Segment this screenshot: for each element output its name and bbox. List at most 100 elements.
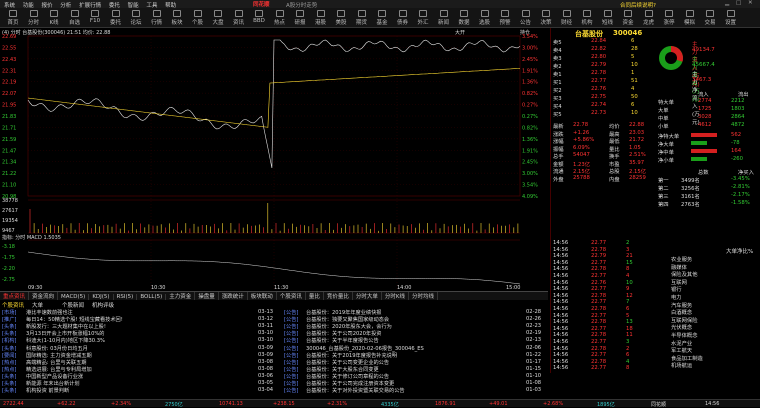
toolbar-button[interactable]: 自选 — [66, 10, 84, 26]
tab-item[interactable]: 资金流向 — [29, 292, 59, 300]
sector-name[interactable]: 军工航天 — [671, 346, 692, 354]
toolbar-button[interactable]: 设置 — [722, 10, 740, 26]
news-title[interactable]: 国际精选: 主力资金增减五期 — [26, 352, 92, 359]
toolbar-button[interactable]: 分时 — [25, 10, 43, 26]
tab-item[interactable]: 涨跌统计 — [219, 292, 248, 300]
tab-item[interactable]: 主力资金 — [166, 292, 196, 300]
news-title[interactable]: 港比丰速数前强也注 — [26, 309, 73, 316]
news-title[interactable]: 科意股份: 03月份日均五月 — [26, 345, 88, 352]
toolbar-button[interactable]: K线 — [45, 10, 63, 26]
news-title[interactable]: 精选进展: 台里与专利局增加 — [26, 366, 92, 373]
sector-name[interactable]: 光伏概念 — [671, 323, 692, 331]
order-book-price[interactable]: 22.84 — [591, 38, 606, 45]
tab-item[interactable]: RSI(5) — [114, 294, 138, 300]
toolbar-button[interactable]: 研报 — [291, 10, 309, 26]
tab-item[interactable]: KDJ(5) — [89, 294, 114, 300]
sector-name[interactable]: 融媒体 — [671, 263, 687, 271]
sector-name[interactable]: 半导体概念 — [671, 331, 698, 339]
news-title[interactable]: 机构投资 前景判断 — [26, 387, 69, 394]
toolbar-button[interactable]: 论坛 — [127, 10, 145, 26]
tab-item[interactable]: 操盘量 — [195, 292, 219, 300]
toolbar-button[interactable]: 短线 — [599, 10, 617, 26]
toolbar-button[interactable]: 基金 — [373, 10, 391, 26]
toolbar-button[interactable]: 资讯 — [230, 10, 248, 26]
toolbar-button[interactable]: 数据 — [455, 10, 473, 26]
toolbar-button[interactable]: 期货 — [353, 10, 371, 26]
tab-item[interactable]: 个股资讯 — [277, 292, 306, 300]
sector-name[interactable]: 电力 — [671, 293, 682, 301]
news-tab[interactable]: 机构评级 — [92, 301, 114, 309]
announcement-title[interactable]: 台基股份：关于2019年度报告补充说明 — [306, 352, 397, 359]
intraday-chart[interactable]: (4) 分时 台基股份(300046) 21:51 均价: 22.88 大开 持… — [0, 28, 548, 290]
news-title[interactable]: 高端精品: 台里与关联五期 — [26, 359, 86, 366]
tab-item[interactable]: 板块联动 — [248, 292, 277, 300]
tab-item[interactable]: 量比 — [306, 292, 324, 300]
news-title[interactable]: 新股发行：三大题材集中在以上股! — [26, 323, 106, 330]
news-row[interactable]: [头条] 3月13日开会上市开板涨幅10%的 03-10 [公告] 台基股份：关于公司2… — [0, 330, 548, 337]
toolbar-button[interactable]: 热点 — [271, 10, 289, 26]
announcement-title[interactable]: 台基股份：2020年股东大会，会行为 — [306, 323, 392, 330]
toolbar-button[interactable]: 资金 — [619, 10, 637, 26]
toolbar-button[interactable]: 新闻 — [435, 10, 453, 26]
sector-name[interactable]: 互联网 — [671, 278, 687, 286]
announcement-title[interactable]: 台基股份：关于修订公司章程的公告 — [306, 373, 389, 380]
order-book-price[interactable]: 22.76 — [591, 86, 606, 93]
news-title[interactable]: 科迪大(1-10月内)地区下降30.3% — [26, 337, 105, 344]
sector-name[interactable]: 保险及其他 — [671, 270, 698, 278]
announcement-title[interactable]: 台基股份：关于公司完成注册资本变更 — [306, 380, 394, 387]
news-row[interactable]: [头条] 新能源 年末出台新计划 03-05 [公告] 台基股份：关于公司完成注册资本变… — [0, 380, 548, 387]
toolbar-button[interactable]: 机构 — [578, 10, 596, 26]
toolbar-button[interactable]: F10 — [86, 10, 104, 26]
toolbar-button[interactable]: 交易 — [701, 10, 719, 26]
order-book-price[interactable]: 22.80 — [591, 54, 606, 61]
order-book-price[interactable]: 22.74 — [591, 102, 606, 109]
order-book-price[interactable]: 22.77 — [591, 78, 606, 85]
announcement-title[interactable]: 台基股份：关于公司变更企业的公告 — [306, 359, 389, 366]
announcement-title[interactable]: 台基股份：2019年年度业绩快报 — [306, 309, 381, 316]
toolbar-button[interactable]: 龙虎 — [640, 10, 658, 26]
toolbar-button[interactable]: 美股 — [332, 10, 350, 26]
news-tab[interactable]: 个股新闻 — [62, 301, 84, 309]
toolbar-button[interactable]: 板块 — [168, 10, 186, 26]
toolbar-button[interactable]: 委托 — [107, 10, 125, 26]
news-row[interactable]: [热点] 精选进展: 台里与专利局增加 03-08 [公告] 台基股份：关于大股东合同变… — [0, 366, 548, 373]
minimize-icon[interactable]: ▁ — [725, 0, 729, 6]
toolbar-button[interactable]: 选股 — [476, 10, 494, 26]
toolbar-button[interactable]: 决策 — [537, 10, 555, 26]
toolbar-button[interactable]: 大盘 — [209, 10, 227, 26]
tab-item[interactable]: BOLL(5) — [137, 294, 167, 300]
tab-item[interactable]: 分时均线 — [409, 292, 438, 300]
news-row[interactable]: [推广] 每日14：50精选个股! 短线宝藏看技术回! 03-12 [公告] 台基股份：… — [0, 316, 548, 323]
news-title[interactable]: 3月13日开会上市开板涨幅10%的 — [26, 330, 105, 337]
tab-item[interactable]: 分时K线 — [382, 292, 409, 300]
news-tab[interactable]: 个股资讯 — [2, 301, 24, 309]
announcement-title[interactable]: 台基股份：关于半年度报告公告 — [306, 337, 379, 344]
tab-item[interactable]: 分时大单 — [353, 292, 382, 300]
sector-name[interactable]: 互联网保险 — [671, 316, 698, 324]
order-book-price[interactable]: 22.79 — [591, 62, 606, 69]
announcement-title[interactable]: 台基股份：关于公司2020年投资 — [306, 330, 381, 337]
tab-item[interactable]: 竞价量比 — [324, 292, 353, 300]
news-row[interactable]: [头条] 科意股份: 03月份日均五月 03-09 [公告] 300046_台基股份_2… — [0, 345, 548, 352]
news-title[interactable]: 新能源 年末出台新计划 — [26, 380, 80, 387]
sector-name[interactable]: 农业服务 — [671, 255, 692, 263]
toolbar-button[interactable]: 首页 — [4, 10, 22, 26]
toolbar-button[interactable]: 债券 — [394, 10, 412, 26]
announcement-title[interactable]: 台基股份：关于大股东合同变更 — [306, 366, 379, 373]
sector-name[interactable]: 食品加工制造 — [671, 354, 703, 362]
order-book-price[interactable]: 22.78 — [591, 70, 606, 77]
toolbar-button[interactable]: 港股 — [312, 10, 330, 26]
news-title[interactable]: 每日14：50精选个股! 短线宝藏看技术回! — [26, 316, 123, 323]
toolbar-button[interactable]: 行情 — [148, 10, 166, 26]
tab-item[interactable]: MACD(5) — [58, 294, 90, 300]
close-icon[interactable]: ✕ — [748, 0, 753, 6]
order-book-price[interactable]: 22.82 — [591, 46, 606, 53]
news-row[interactable]: [机构] 科迪大(1-10月内)地区下降30.3% 03-10 [公告] 台基股份：关于… — [0, 337, 548, 344]
news-title[interactable]: 中国新型产品设备行业涨 — [26, 373, 83, 380]
news-row[interactable]: [头条] 机构投资 前景判断 03-04 [公告] 台基股份：关于对外投资暨关联交易的公… — [0, 387, 548, 394]
tab-item[interactable]: 重点资讯 — [0, 292, 30, 300]
toolbar-button[interactable]: 外汇 — [414, 10, 432, 26]
maximize-icon[interactable]: □ — [736, 0, 741, 6]
toolbar-button[interactable]: 个股 — [189, 10, 207, 26]
announcement-title[interactable]: 台基股份：独要又聚焦国家级动态会 — [306, 316, 389, 323]
